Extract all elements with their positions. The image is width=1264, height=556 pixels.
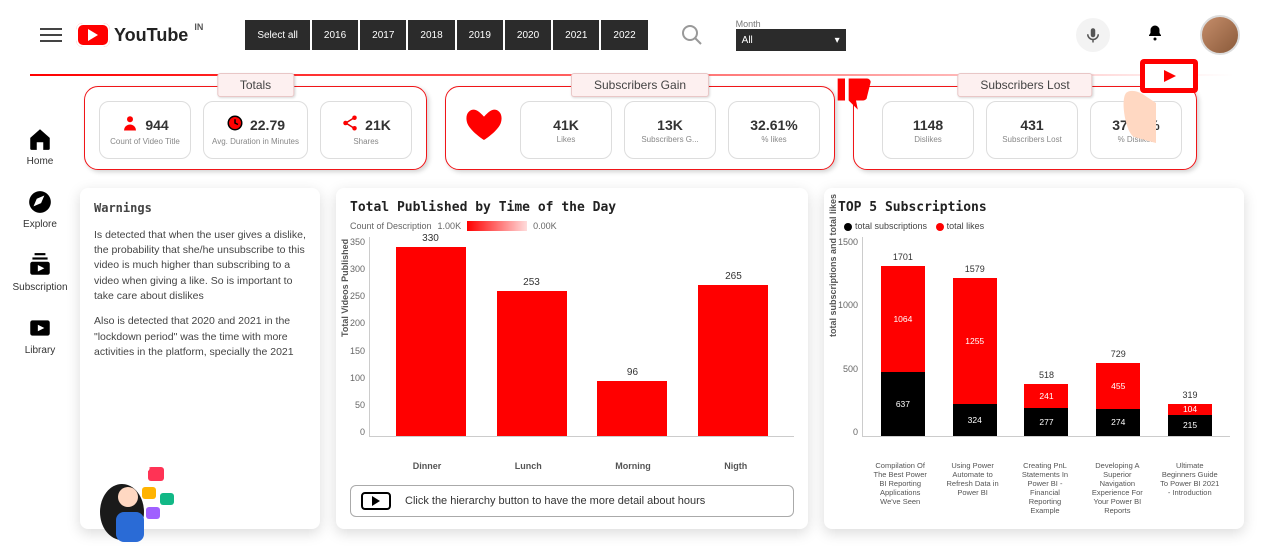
totals-card: Totals 944 Count of Video Title 22.79 Av…: [84, 86, 427, 170]
header-actions: [1076, 15, 1240, 55]
time-chart-title: Total Published by Time of the Day: [350, 200, 794, 215]
top5-legend: total subscriptions total likes: [838, 221, 1230, 231]
warnings-title: Warnings: [94, 200, 306, 217]
y-axis-ticks: 150010005000: [838, 237, 862, 437]
stack-bar[interactable]: 17011064637: [881, 266, 925, 436]
person-icon: [121, 114, 139, 135]
sidebar: Home Explore Subscription Library: [0, 86, 80, 529]
subscription-icon: [27, 252, 53, 278]
warnings-p2: Also is detected that 2020 and 2021 in t…: [94, 314, 306, 360]
sidebar-label: Library: [25, 345, 56, 356]
stacks-area: 17011064637 15791255324 518241277 729455274…: [862, 237, 1230, 437]
top5-title: TOP 5 Subscriptions: [838, 200, 1230, 215]
clock-icon: [226, 114, 244, 135]
kpi-avg-duration: 22.79 Avg. Duration in Minutes: [203, 101, 308, 159]
bar[interactable]: 265: [698, 285, 768, 436]
year-select-all[interactable]: Select all: [245, 20, 310, 50]
time-chart-legend: Count of Description 1.00K 0.00K: [350, 221, 794, 231]
x-axis-labels: DinnerLunchMorningNigth: [350, 457, 794, 471]
brand-text: YouTube: [114, 25, 188, 46]
avatar[interactable]: [1200, 15, 1240, 55]
y-axis-label: Total Videos Published: [340, 239, 350, 337]
top5-panel: TOP 5 Subscriptions total subscriptions …: [824, 188, 1244, 529]
stack-bar[interactable]: 15791255324: [953, 278, 997, 436]
year-2019[interactable]: 2019: [457, 20, 503, 50]
time-bar-chart[interactable]: Total Videos Published 35030025020015010…: [350, 237, 794, 457]
sidebar-item-subscription[interactable]: Subscription: [12, 252, 67, 293]
year-2016[interactable]: 2016: [312, 20, 358, 50]
bar[interactable]: 96: [597, 381, 667, 436]
explore-icon: [27, 189, 53, 215]
top-bar: YouTube IN Select all 2016 2017 2018 201…: [0, 0, 1264, 70]
year-2018[interactable]: 2018: [408, 20, 454, 50]
sidebar-item-home[interactable]: Home: [27, 126, 54, 167]
kpi-dislikes: 1148 Dislikes: [882, 101, 974, 159]
y-axis-ticks: 350300250200150100500: [350, 237, 369, 437]
youtube-logo[interactable]: YouTube IN: [76, 23, 201, 47]
bell-icon[interactable]: [1146, 24, 1164, 47]
kpi-shares: 21K Shares: [320, 101, 412, 159]
hamburger-menu[interactable]: [40, 28, 62, 42]
kpi-pct-likes: 32.61% % likes: [728, 101, 820, 159]
thumb-down-icon: [834, 73, 878, 117]
kpi-subs-gain: 13K Subscribers G...: [624, 101, 716, 159]
top5-chart[interactable]: total subscriptions and total likes 1500…: [838, 237, 1230, 457]
stack-bar[interactable]: 729455274: [1096, 363, 1140, 436]
warnings-panel: Warnings Is detected that when the user …: [80, 188, 320, 529]
gain-card: Subscribers Gain 41K Likes 13K Subscribe…: [445, 86, 835, 170]
month-dropdown[interactable]: All: [736, 29, 846, 51]
footer-text: Click the hierarchy button to have the m…: [405, 495, 705, 507]
phone-hand-illustration: [1120, 57, 1210, 167]
summary-row: Totals 944 Count of Video Title 22.79 Av…: [80, 86, 1244, 170]
year-filter-bar: Select all 2016 2017 2018 2019 2020 2021…: [245, 20, 647, 50]
panels-row: Warnings Is detected that when the user …: [80, 188, 1244, 529]
share-icon: [341, 114, 359, 135]
month-filter: Month All: [736, 19, 846, 51]
lost-title: Subscribers Lost: [957, 73, 1092, 97]
sidebar-label: Explore: [23, 219, 57, 230]
kpi-subs-lost: 431 Subscribers Lost: [986, 101, 1078, 159]
kpi-video-count: 944 Count of Video Title: [99, 101, 191, 159]
bars-area: 330 253 96 265: [369, 237, 794, 437]
home-icon: [27, 126, 53, 152]
bar[interactable]: 253: [497, 291, 567, 436]
play-icon[interactable]: [361, 492, 391, 510]
gradient-swatch: [467, 221, 527, 231]
play-icon: [76, 23, 110, 47]
legend-dot-likes: [936, 223, 944, 231]
social-illustration: [86, 457, 186, 547]
warnings-p1: Is detected that when the user gives a d…: [94, 228, 306, 304]
stack-bar[interactable]: 518241277: [1024, 384, 1068, 436]
year-2022[interactable]: 2022: [601, 20, 647, 50]
gain-title: Subscribers Gain: [571, 73, 709, 97]
search-icon[interactable]: [676, 19, 708, 51]
library-icon: [27, 315, 53, 341]
year-2021[interactable]: 2021: [553, 20, 599, 50]
year-2017[interactable]: 2017: [360, 20, 406, 50]
lost-card: Subscribers Lost 1148 Dislikes 431 Subsc…: [853, 86, 1197, 170]
sidebar-item-library[interactable]: Library: [25, 315, 56, 356]
mic-icon[interactable]: [1076, 18, 1110, 52]
legend-dot-subs: [844, 223, 852, 231]
x-axis-labels: Compilation Of The Best Power BI Reporti…: [838, 457, 1230, 515]
sidebar-item-explore[interactable]: Explore: [23, 189, 57, 230]
heart-icon: [460, 101, 508, 149]
time-chart-panel: Total Published by Time of the Day Count…: [336, 188, 808, 529]
sidebar-label: Home: [27, 156, 54, 167]
stack-bar[interactable]: 319104215: [1168, 404, 1212, 436]
bar[interactable]: 330: [396, 247, 466, 436]
y-axis-label: total subscriptions and total likes: [828, 194, 838, 337]
month-label: Month: [736, 19, 846, 29]
totals-title: Totals: [217, 73, 294, 97]
time-chart-footer: Click the hierarchy button to have the m…: [350, 485, 794, 517]
sidebar-label: Subscription: [12, 282, 67, 293]
kpi-likes: 41K Likes: [520, 101, 612, 159]
year-2020[interactable]: 2020: [505, 20, 551, 50]
region-text: IN: [194, 22, 203, 32]
